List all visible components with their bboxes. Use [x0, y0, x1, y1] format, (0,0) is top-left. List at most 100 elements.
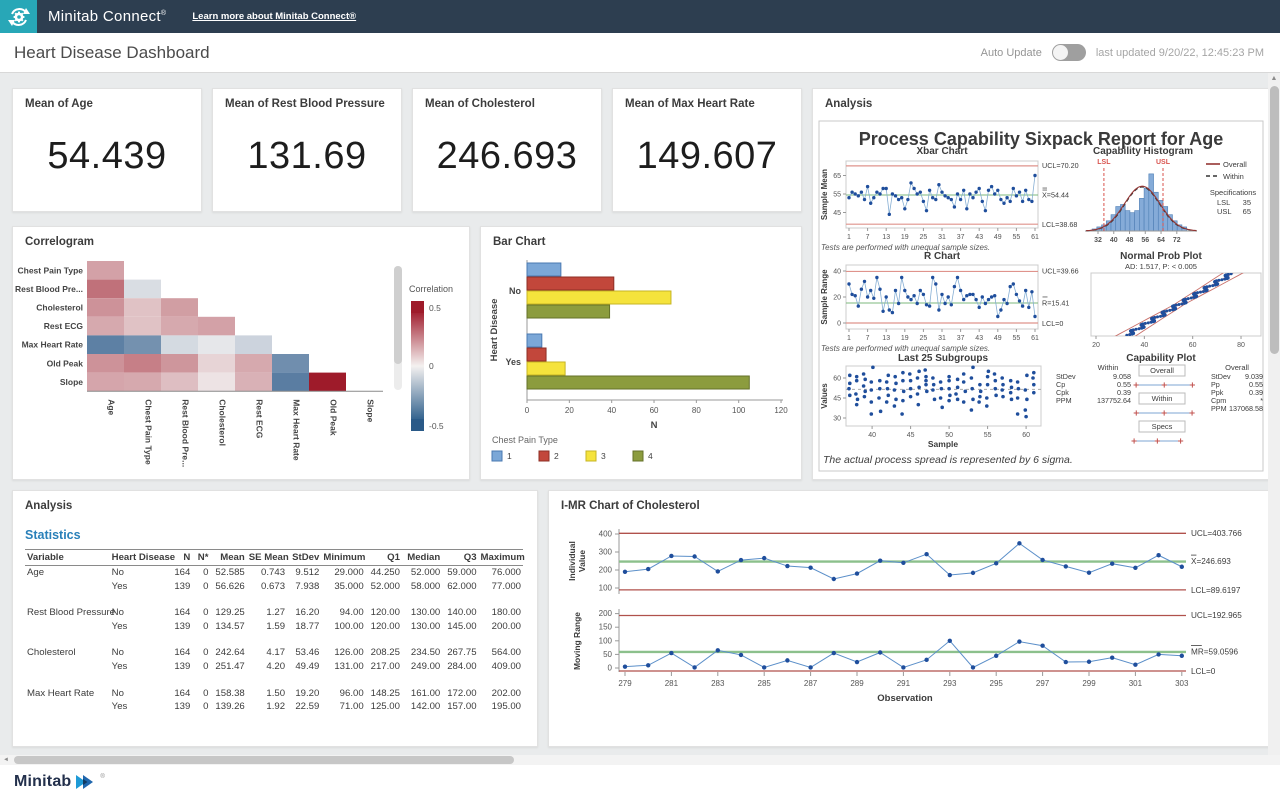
table-cell: 161.00	[402, 686, 442, 699]
correlogram-cell[interactable]	[198, 373, 235, 392]
svg-text:50: 50	[603, 650, 612, 659]
correlogram-cell[interactable]	[87, 298, 124, 317]
table-cell: 172.00	[442, 686, 478, 699]
legend-swatch-type1[interactable]	[492, 451, 502, 461]
correlogram-cell[interactable]	[124, 354, 161, 373]
correlogram-cell[interactable]	[198, 335, 235, 354]
scroll-left-arrow-icon[interactable]: ◄	[0, 755, 12, 765]
correlogram-cell[interactable]	[161, 335, 198, 354]
table-cell: 284.00	[442, 660, 478, 673]
correlogram-cell[interactable]	[87, 335, 124, 354]
table-cell	[25, 620, 110, 633]
minitab-connect-logo[interactable]	[0, 0, 37, 33]
svg-text:287: 287	[804, 679, 818, 688]
bar-yes-type4[interactable]	[527, 376, 749, 389]
table-cell: No	[110, 686, 168, 699]
correlogram-cell[interactable]	[272, 373, 309, 392]
svg-text:72: 72	[1173, 237, 1181, 244]
table-cell: 208.25	[366, 646, 402, 659]
correlogram-cell[interactable]	[161, 317, 198, 336]
svg-text:400: 400	[599, 530, 613, 539]
correlogram-cell[interactable]	[87, 261, 124, 280]
statistics-data-table: VariableHeart DiseaseNN*MeanSE MeanStDev…	[25, 549, 523, 713]
auto-update-toggle[interactable]	[1052, 44, 1086, 61]
vertical-scrollbar[interactable]: ▲	[1268, 72, 1280, 755]
table-cell: 130.00	[402, 606, 442, 619]
correlogram-cell[interactable]	[87, 317, 124, 336]
horizontal-scrollbar[interactable]: ◄	[0, 755, 1280, 765]
svg-text:25: 25	[920, 234, 928, 241]
svg-text:65: 65	[833, 173, 841, 180]
table-cell: 242.64	[210, 646, 246, 659]
bar-no-type2[interactable]	[527, 277, 614, 290]
table-cell: No	[110, 646, 168, 659]
svg-text:45: 45	[907, 432, 915, 439]
bar-no-type4[interactable]	[527, 305, 610, 318]
imr-chart: 100200300400UCL=403.766X=246.693LCL=89.6…	[549, 491, 1269, 746]
table-cell: 62.000	[442, 579, 478, 592]
svg-text:55: 55	[1013, 234, 1021, 241]
svg-text:37: 37	[957, 335, 965, 342]
process-capability-sixpack-report: Process Capability Sixpack Report for Ag…	[813, 89, 1269, 479]
column-header: N*	[192, 550, 210, 566]
table-cell: 56.626	[210, 579, 246, 592]
column-header: Maximum	[479, 550, 523, 566]
svg-text:49: 49	[994, 234, 1002, 241]
correlogram-cell[interactable]	[161, 354, 198, 373]
horizontal-scrollbar-thumb[interactable]	[14, 756, 514, 764]
svg-text:Sample Mean: Sample Mean	[820, 169, 829, 220]
statistics-heading: Statistics	[25, 528, 81, 542]
correlogram-cell[interactable]	[87, 280, 124, 299]
correlogram-cell[interactable]	[161, 373, 198, 392]
table-cell: 564.00	[479, 646, 523, 659]
svg-text:1: 1	[847, 234, 851, 241]
correlogram-cell[interactable]	[124, 317, 161, 336]
kpi-value: 131.69	[213, 135, 401, 178]
correlogram-cell[interactable]	[124, 335, 161, 354]
bar-yes-type1[interactable]	[527, 334, 542, 347]
table-cell: 164	[168, 606, 192, 619]
correlogram-cell[interactable]	[235, 335, 272, 354]
correlogram-cell[interactable]	[198, 317, 235, 336]
bar-no-type3[interactable]	[527, 291, 671, 304]
correlogram-cell[interactable]	[124, 373, 161, 392]
correlogram-cell[interactable]	[124, 280, 161, 299]
scroll-up-arrow-icon[interactable]: ▲	[1268, 73, 1280, 85]
legend-swatch-type4[interactable]	[633, 451, 643, 461]
table-cell: 234.50	[402, 646, 442, 659]
svg-text:80: 80	[1237, 342, 1245, 349]
svg-text:PPM: PPM	[1056, 396, 1072, 405]
table-cell: 29.000	[321, 566, 365, 580]
correlogram-cell[interactable]	[198, 354, 235, 373]
svg-text:285: 285	[758, 679, 772, 688]
legend-swatch-type2[interactable]	[539, 451, 549, 461]
correlogram-cell[interactable]	[124, 298, 161, 317]
table-cell: 0	[192, 566, 210, 580]
svg-text:65: 65	[1243, 207, 1251, 216]
bar-yes-type2[interactable]	[527, 348, 546, 361]
correlogram-cell[interactable]	[87, 373, 124, 392]
table-cell: Max Heart Rate	[25, 686, 110, 699]
svg-text:32: 32	[1094, 237, 1102, 244]
kpi-value: 149.607	[613, 135, 801, 178]
table-cell: Yes	[110, 700, 168, 713]
correlogram-cell[interactable]	[161, 298, 198, 317]
correlogram-cell[interactable]	[309, 373, 346, 392]
learn-more-link[interactable]: Learn more about Minitab Connect®	[192, 11, 356, 22]
correlogram-scroll-thumb[interactable]	[394, 266, 402, 364]
bar-yes-type3[interactable]	[527, 362, 565, 375]
bar-no-type1[interactable]	[527, 263, 561, 276]
table-cell: 1.50	[247, 686, 287, 699]
svg-text:19: 19	[901, 234, 909, 241]
correlogram-cell[interactable]	[235, 354, 272, 373]
minitab-footer-logo[interactable]: Minitab ®	[14, 774, 105, 790]
svg-text:60: 60	[1189, 342, 1197, 349]
vertical-scrollbar-thumb[interactable]	[1270, 86, 1279, 354]
correlogram-cell[interactable]	[235, 373, 272, 392]
correlogram-cell[interactable]	[87, 354, 124, 373]
table-cell: 140.00	[442, 606, 478, 619]
table-cell: 96.00	[321, 686, 365, 699]
svg-text:Observation: Observation	[877, 693, 933, 704]
correlogram-cell[interactable]	[272, 354, 309, 373]
legend-swatch-type3[interactable]	[586, 451, 596, 461]
